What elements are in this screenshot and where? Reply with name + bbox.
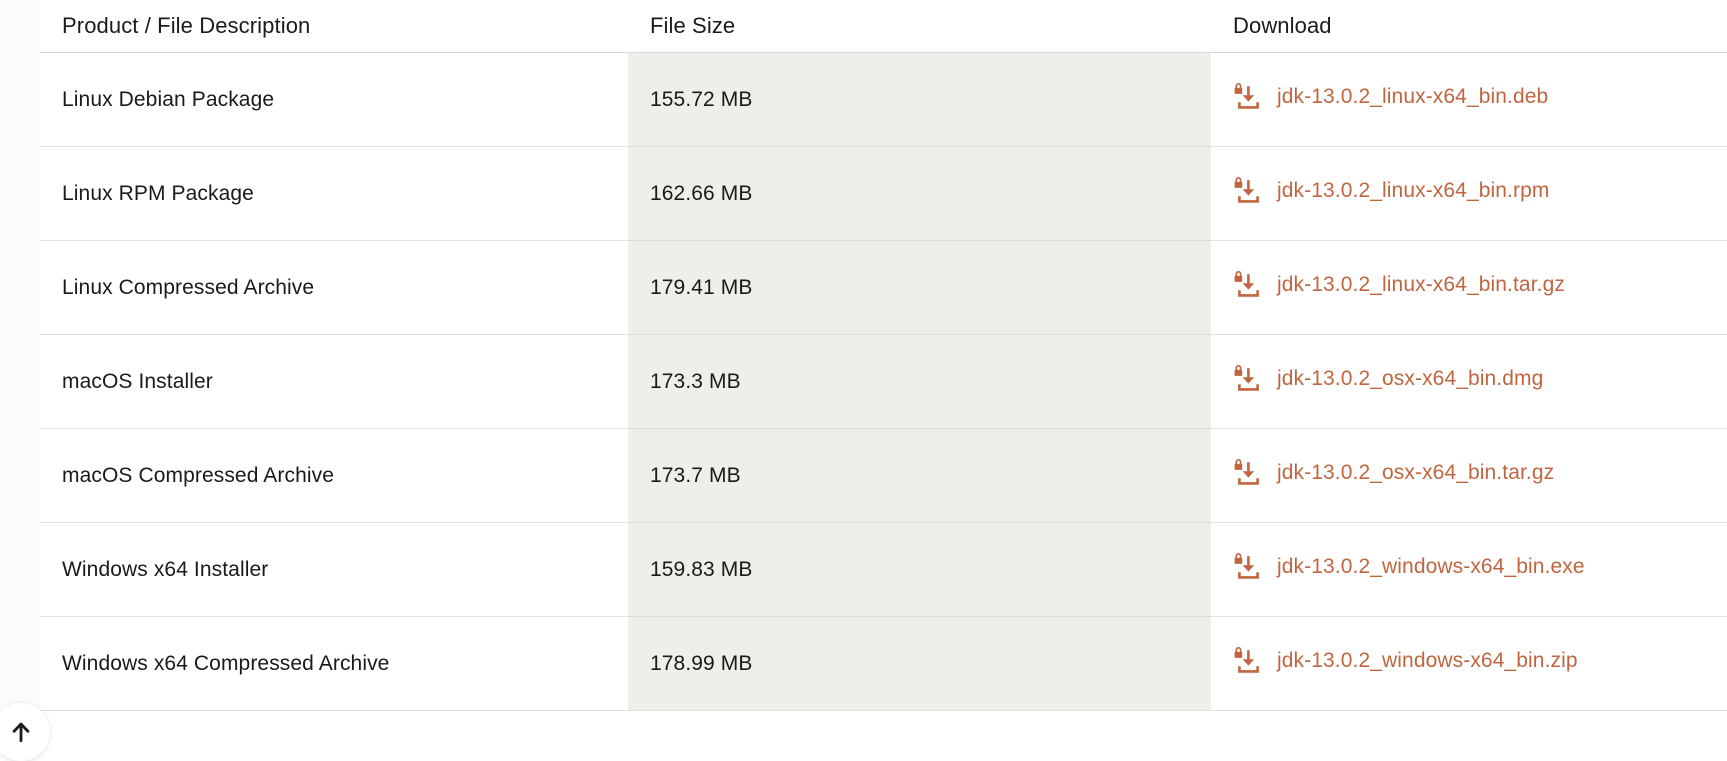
arrow-up-icon bbox=[8, 719, 34, 745]
table-row: Linux RPM Package 162.66 MB jdk-13.0.2_lin… bbox=[40, 146, 1727, 241]
cell-description: Linux RPM Package bbox=[40, 146, 628, 241]
table-header-row: Product / File Description File Size Dow… bbox=[40, 0, 1727, 53]
cell-download: jdk-13.0.2_linux-x64_bin.rpm bbox=[1211, 146, 1727, 241]
table-row: macOS Compressed Archive 173.7 MB jdk-13.0… bbox=[40, 428, 1727, 523]
cell-download: jdk-13.0.2_windows-x64_bin.zip bbox=[1211, 616, 1727, 711]
download-lock-icon bbox=[1229, 268, 1263, 302]
download-link[interactable]: jdk-13.0.2_linux-x64_bin.tar.gz bbox=[1229, 268, 1565, 302]
cell-download: jdk-13.0.2_linux-x64_bin.tar.gz bbox=[1211, 240, 1727, 335]
column-header-download: Download bbox=[1211, 0, 1727, 53]
download-lock-icon bbox=[1229, 550, 1263, 584]
table-row: Linux Compressed Archive 179.41 MB jdk-13.… bbox=[40, 240, 1727, 335]
download-lock-icon bbox=[1229, 456, 1263, 490]
download-lock-icon bbox=[1229, 174, 1263, 208]
cell-description: macOS Installer bbox=[40, 334, 628, 429]
download-filename: jdk-13.0.2_windows-x64_bin.zip bbox=[1277, 648, 1578, 672]
cell-description: Windows x64 Installer bbox=[40, 522, 628, 617]
download-link[interactable]: jdk-13.0.2_osx-x64_bin.tar.gz bbox=[1229, 456, 1554, 490]
download-link[interactable]: jdk-13.0.2_windows-x64_bin.zip bbox=[1229, 644, 1578, 678]
download-lock-icon bbox=[1229, 80, 1263, 114]
cell-download: jdk-13.0.2_osx-x64_bin.dmg bbox=[1211, 334, 1727, 429]
cell-download: jdk-13.0.2_windows-x64_bin.exe bbox=[1211, 522, 1727, 617]
column-header-description: Product / File Description bbox=[40, 0, 628, 53]
downloads-table-container: Product / File Description File Size Dow… bbox=[40, 0, 1727, 753]
table-row: Windows x64 Compressed Archive 178.99 MB j… bbox=[40, 616, 1727, 711]
download-link[interactable]: jdk-13.0.2_linux-x64_bin.deb bbox=[1229, 80, 1548, 114]
download-filename: jdk-13.0.2_windows-x64_bin.exe bbox=[1277, 554, 1585, 578]
table-header: Product / File Description File Size Dow… bbox=[40, 0, 1727, 53]
table-row: Windows x64 Installer 159.83 MB jdk-13.0.2… bbox=[40, 522, 1727, 617]
cell-file-size: 178.99 MB bbox=[628, 616, 1211, 711]
cell-file-size: 155.72 MB bbox=[628, 52, 1211, 147]
download-filename: jdk-13.0.2_linux-x64_bin.tar.gz bbox=[1277, 272, 1565, 296]
cell-description: Linux Debian Package bbox=[40, 52, 628, 147]
download-filename: jdk-13.0.2_linux-x64_bin.rpm bbox=[1277, 178, 1550, 202]
cell-file-size: 173.7 MB bbox=[628, 428, 1211, 523]
page-left-gutter bbox=[0, 0, 40, 753]
cell-file-size: 162.66 MB bbox=[628, 146, 1211, 241]
cell-description: macOS Compressed Archive bbox=[40, 428, 628, 523]
download-lock-icon bbox=[1229, 362, 1263, 396]
download-filename: jdk-13.0.2_osx-x64_bin.dmg bbox=[1277, 366, 1544, 390]
cell-download: jdk-13.0.2_linux-x64_bin.deb bbox=[1211, 52, 1727, 147]
download-link[interactable]: jdk-13.0.2_linux-x64_bin.rpm bbox=[1229, 174, 1549, 208]
cell-download: jdk-13.0.2_osx-x64_bin.tar.gz bbox=[1211, 428, 1727, 523]
download-link[interactable]: jdk-13.0.2_osx-x64_bin.dmg bbox=[1229, 362, 1543, 396]
cell-description: Windows x64 Compressed Archive bbox=[40, 616, 628, 711]
download-lock-icon bbox=[1229, 644, 1263, 678]
column-header-file-size: File Size bbox=[628, 0, 1211, 53]
cell-file-size: 179.41 MB bbox=[628, 240, 1211, 335]
table-row: Linux Debian Package 155.72 MB jdk-13.0.2_… bbox=[40, 52, 1727, 147]
cell-file-size: 173.3 MB bbox=[628, 334, 1211, 429]
download-filename: jdk-13.0.2_linux-x64_bin.deb bbox=[1277, 84, 1549, 108]
table-body: Linux Debian Package 155.72 MB jdk-13.0.2_… bbox=[40, 52, 1727, 711]
download-filename: jdk-13.0.2_osx-x64_bin.tar.gz bbox=[1277, 460, 1555, 484]
cell-file-size: 159.83 MB bbox=[628, 522, 1211, 617]
cell-description: Linux Compressed Archive bbox=[40, 240, 628, 335]
download-link[interactable]: jdk-13.0.2_windows-x64_bin.exe bbox=[1229, 550, 1585, 584]
downloads-table: Product / File Description File Size Dow… bbox=[40, 0, 1727, 711]
table-row: macOS Installer 173.3 MB jdk-13.0.2_osx-x6… bbox=[40, 334, 1727, 429]
